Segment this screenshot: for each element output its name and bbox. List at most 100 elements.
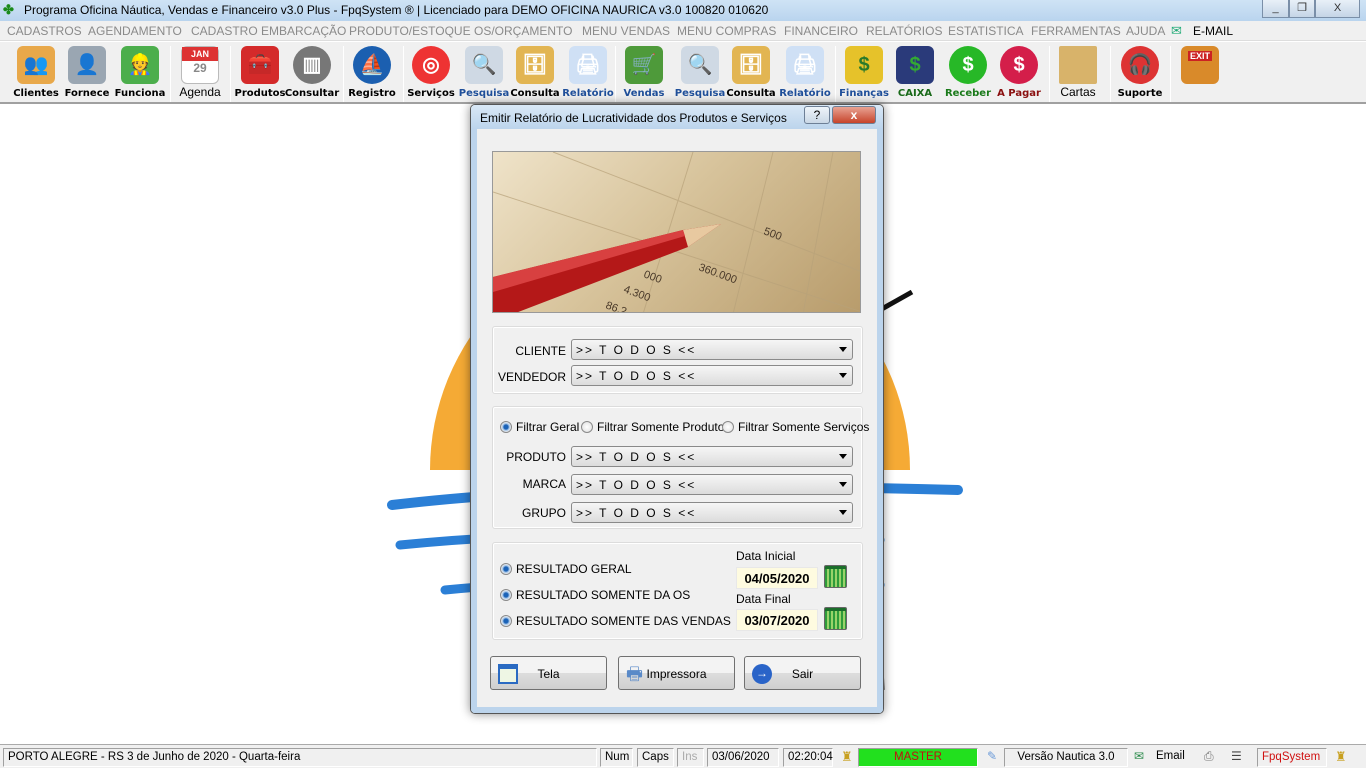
chevron-down-icon xyxy=(839,454,847,459)
network-icon[interactable]: ☰ xyxy=(1231,749,1242,763)
email-icon: ✉ xyxy=(1134,749,1145,763)
minimize-button[interactable]: _ xyxy=(1262,0,1289,18)
menu-ferramentas[interactable]: FERRAMENTAS xyxy=(1031,24,1121,38)
restore-button[interactable]: ❐ xyxy=(1289,0,1315,18)
data-inicial-input[interactable]: 04/05/2020 xyxy=(736,567,818,589)
consulta-button[interactable]: 🗄 Consulta xyxy=(508,44,562,102)
suporte-button[interactable]: 🎧 Suporte xyxy=(1113,44,1167,102)
search-icon: 🔍 xyxy=(681,46,719,84)
svg-text:000: 000 xyxy=(642,269,663,287)
window-title: Programa Oficina Náutica, Vendas e Finan… xyxy=(24,3,769,17)
menu-os-orcamento[interactable]: OS/ORÇAMENTO xyxy=(474,24,572,38)
menu-relatorios[interactable]: RELATÓRIOS xyxy=(866,24,942,38)
servicos-button[interactable]: ◎ Serviços xyxy=(404,44,458,102)
filter-group: Filtrar Geral Filtrar Somente Produtos F… xyxy=(492,406,869,529)
agenda-button[interactable]: JAN 29 Agenda xyxy=(173,44,227,102)
status-caps: Caps xyxy=(637,748,674,767)
support-headset-icon: 🎧 xyxy=(1121,46,1159,84)
sair-button[interactable]: → Sair xyxy=(744,656,861,690)
barcode-icon: ▥ xyxy=(293,46,331,84)
menu-financeiro[interactable]: FINANCEIRO xyxy=(784,24,858,38)
vendedor-label: VENDEDOR xyxy=(497,370,566,384)
svg-text:86.2: 86.2 xyxy=(604,300,628,313)
filtrar-geral-radio[interactable]: Filtrar Geral xyxy=(500,420,579,434)
menu-cadastro-embarcacao[interactable]: CADASTRO EMBARCAÇÃO xyxy=(191,24,346,38)
exit-button[interactable]: EXIT xyxy=(1173,44,1227,102)
svg-text:500: 500 xyxy=(762,226,783,244)
consulta-compras-button[interactable]: 🗄 Consulta xyxy=(724,44,778,102)
a-pagar-button[interactable]: $ A Pagar xyxy=(992,44,1046,102)
supplier-icon: 👤 xyxy=(68,46,106,84)
status-ins: Ins xyxy=(677,748,704,767)
grupo-label: GRUPO xyxy=(521,506,566,520)
status-email[interactable]: Email xyxy=(1152,748,1197,767)
cliente-select[interactable]: >> T O D O S << xyxy=(571,339,853,360)
caixa-button[interactable]: $ CAIXA xyxy=(888,44,942,102)
relatorio-compras-button[interactable]: 🖨 Relatório xyxy=(778,44,832,102)
printer-icon[interactable]: ⎙ xyxy=(1204,749,1214,764)
consultar-button[interactable]: ▥ Consultar xyxy=(285,44,339,102)
registro-button[interactable]: ⛵ Registro xyxy=(345,44,399,102)
impressora-button[interactable]: 🖶 Impressora xyxy=(618,656,735,690)
menu-compras[interactable]: MENU COMPRAS xyxy=(677,24,776,38)
menu-cadastros[interactable]: CADASTROS xyxy=(7,24,82,38)
status-date: 03/06/2020 xyxy=(707,748,779,767)
menu-email[interactable]: E-MAIL xyxy=(1193,24,1233,38)
filtrar-produtos-radio[interactable]: Filtrar Somente Produtos xyxy=(581,420,730,434)
produto-select[interactable]: >> T O D O S << xyxy=(571,446,853,467)
help-button[interactable]: ? xyxy=(804,106,830,124)
ledger-icon: $ xyxy=(896,46,934,84)
chevron-down-icon xyxy=(839,510,847,515)
lifebuoy-icon: ◎ xyxy=(412,46,450,84)
dialog-close-button[interactable]: x xyxy=(832,106,876,124)
resultado-geral-radio[interactable]: RESULTADO GERAL xyxy=(500,562,632,576)
tela-button[interactable]: Tela xyxy=(490,656,607,690)
cartas-button[interactable]: Cartas xyxy=(1051,44,1105,102)
data-inicial-label: Data Inicial xyxy=(736,549,796,563)
filtrar-servicos-radio[interactable]: Filtrar Somente Serviços xyxy=(722,420,869,434)
marca-label: MARCA xyxy=(522,477,566,491)
resultado-os-radio[interactable]: RESULTADO SOMENTE DA OS xyxy=(500,588,690,602)
printer-icon: 🖨 xyxy=(569,46,607,84)
menu-produto-estoque[interactable]: PRODUTO/ESTOQUE xyxy=(349,24,471,38)
printer-icon: 🖨 xyxy=(786,46,824,84)
status-num: Num xyxy=(600,748,633,767)
menu-vendas[interactable]: MENU VENDAS xyxy=(582,24,670,38)
status-location: PORTO ALEGRE - RS 3 de Junho de 2020 - Q… xyxy=(3,748,597,767)
calendar-icon: JAN 29 xyxy=(181,46,219,84)
produto-label: PRODUTO xyxy=(506,450,566,464)
chevron-down-icon xyxy=(839,373,847,378)
client-group: CLIENTE >> T O D O S << VENDEDOR >> T O … xyxy=(492,326,863,394)
cart-icon: 🛒 xyxy=(625,46,663,84)
cliente-label: CLIENTE xyxy=(515,344,566,358)
toolbox-icon: 🧰 xyxy=(241,46,279,84)
marca-select[interactable]: >> T O D O S << xyxy=(571,474,853,495)
fornece-button[interactable]: 👤 Fornece xyxy=(60,44,114,102)
close-button[interactable]: X xyxy=(1315,0,1360,18)
menu-ajuda[interactable]: AJUDA xyxy=(1126,24,1165,38)
chevron-down-icon xyxy=(839,482,847,487)
dollar-red-icon: $ xyxy=(1000,46,1038,84)
menu-agendamento[interactable]: AGENDAMENTO xyxy=(88,24,182,38)
result-group: RESULTADO GERAL RESULTADO SOMENTE DA OS … xyxy=(492,542,863,640)
drawer-icon: 🗄 xyxy=(732,46,770,84)
resultado-vendas-radio[interactable]: RESULTADO SOMENTE DAS VENDAS xyxy=(500,614,731,628)
scroll-icon xyxy=(1059,46,1097,84)
status-user: MASTER xyxy=(858,748,978,767)
menu-estatistica[interactable]: ESTATISTICA xyxy=(948,24,1024,38)
svg-text:4.300: 4.300 xyxy=(622,284,652,305)
vendedor-select[interactable]: >> T O D O S << xyxy=(571,365,853,386)
header-image: 500 360.000 000 4.300 86.2 xyxy=(492,151,861,313)
data-final-input[interactable]: 03/07/2020 xyxy=(736,609,818,631)
status-brand: FpqSystem xyxy=(1257,748,1327,767)
calendar-icon[interactable] xyxy=(824,607,847,630)
relatorio-button[interactable]: 🖨 Relatório xyxy=(561,44,615,102)
funciona-button[interactable]: 👷 Funciona xyxy=(113,44,167,102)
status-bar: PORTO ALEGRE - RS 3 de Junho de 2020 - Q… xyxy=(0,744,1366,768)
users-icon: 👥 xyxy=(17,46,55,84)
grupo-select[interactable]: >> T O D O S << xyxy=(571,502,853,523)
vendas-button[interactable]: 🛒 Vendas xyxy=(617,44,671,102)
app-icon: ✤ xyxy=(3,2,14,17)
calendar-icon[interactable] xyxy=(824,565,847,588)
user-icon: ♜ xyxy=(1335,749,1347,764)
